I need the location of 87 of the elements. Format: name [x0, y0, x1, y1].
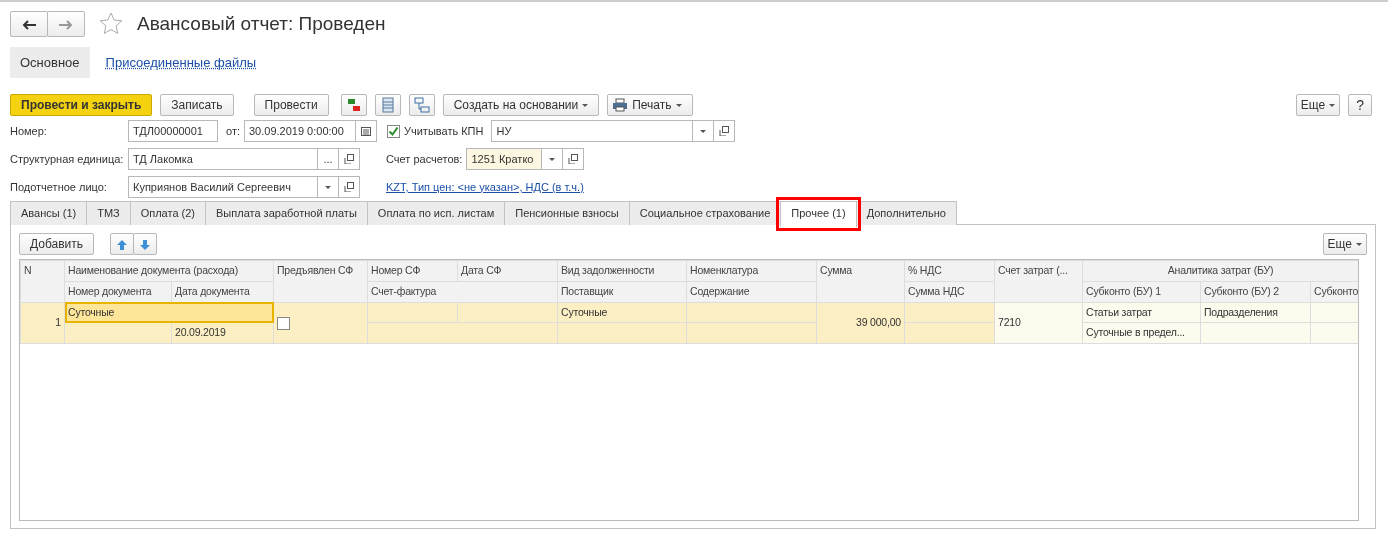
tab[interactable]: ТМЗ: [86, 201, 131, 225]
caret-icon: [325, 185, 331, 189]
print-button[interactable]: Печать: [607, 94, 693, 116]
save-button[interactable]: Записать: [160, 94, 234, 116]
column-header: Предъявлен СФ: [273, 260, 368, 302]
open-icon: [344, 182, 354, 192]
column-header: N: [20, 260, 65, 302]
account-field[interactable]: 1251 Кратко: [466, 148, 543, 170]
structure-button[interactable]: [408, 94, 435, 116]
checkbox[interactable]: [387, 124, 400, 138]
button-label: Еще: [1300, 97, 1326, 113]
button-label: Печать: [632, 97, 672, 113]
row-number: 1: [20, 302, 65, 344]
tab[interactable]: Выплата заработной платы: [205, 201, 368, 225]
window-title: Авансовый отчет: Проведен: [137, 12, 386, 36]
caret-icon: [675, 103, 682, 107]
open-button[interactable]: [562, 148, 585, 170]
up-arrow-icon: [116, 238, 129, 251]
caret-icon: [700, 129, 707, 133]
open-icon: [344, 154, 354, 164]
caret-icon: [1329, 103, 1336, 107]
caret-icon: [582, 103, 589, 107]
column-header: Сумма: [816, 260, 905, 302]
tab[interactable]: Оплата (2): [129, 201, 207, 225]
checkbox[interactable]: [277, 316, 290, 330]
more-button[interactable]: Еще: [1322, 233, 1367, 255]
back-arrow-icon: [22, 20, 36, 31]
debit-credit-icon: [345, 97, 362, 114]
open-button[interactable]: [338, 148, 360, 170]
down-arrow-icon: [139, 238, 152, 251]
help-button[interactable]: ?: [1348, 94, 1372, 116]
tab[interactable]: Социальное страхование: [628, 201, 782, 225]
column-header: Дата СФ: [457, 260, 558, 282]
column-header: Номенклатура: [686, 260, 817, 282]
list-icon: [379, 97, 396, 114]
open-button[interactable]: [713, 120, 736, 142]
list-button[interactable]: [374, 94, 401, 116]
field-label: Номер:: [10, 123, 48, 139]
tax-type-field[interactable]: НУ: [491, 120, 694, 142]
calendar-button[interactable]: [355, 120, 377, 142]
debit-credit-button[interactable]: [340, 94, 367, 116]
tab[interactable]: Оплата по исп. листам: [366, 201, 506, 225]
unit-field[interactable]: ТД Лакомка: [128, 148, 318, 170]
date-field[interactable]: 30.09.2019 0:00:00: [244, 120, 356, 142]
button-label: Создать на основании: [453, 97, 579, 113]
tab[interactable]: Пенсионные взносы: [504, 201, 630, 225]
field-label: Счет расчетов:: [386, 151, 463, 167]
move-up-button[interactable]: [110, 233, 135, 255]
star-icon[interactable]: [99, 12, 123, 37]
table-cell: 39 000,00: [816, 302, 905, 344]
field-label: Структурная единица:: [10, 151, 125, 167]
calendar-icon: [361, 126, 371, 136]
more-button[interactable]: Еще: [1295, 94, 1341, 116]
printer-icon: [612, 98, 629, 112]
column-header: Номер СФ: [367, 260, 458, 282]
tab[interactable]: Дополнительно: [855, 201, 957, 225]
button-label: Еще: [1327, 236, 1352, 252]
caret-icon: [549, 157, 556, 161]
forward-arrow-icon: [59, 20, 73, 31]
post-button[interactable]: Провести: [253, 94, 329, 116]
hierarchy-icon: [413, 97, 430, 114]
section-link[interactable]: Присоединенные файлы: [105, 52, 257, 72]
move-down-button[interactable]: [133, 233, 158, 255]
back-button[interactable]: [10, 11, 48, 38]
caret-icon: [1356, 242, 1362, 246]
field-label: Подотчетное лицо:: [10, 179, 108, 195]
checkbox-label: Учитывать КПН: [404, 123, 484, 139]
column-header: Наименование документа (расхода): [64, 260, 274, 282]
open-icon: [568, 154, 579, 164]
column-header: % НДС: [904, 260, 995, 282]
select-button[interactable]: ...: [317, 148, 339, 170]
tab[interactable]: Авансы (1): [10, 201, 88, 225]
table-cell: 7210: [994, 302, 1083, 344]
currency-link[interactable]: KZT, Тип цен: <не указан>, НДС (в т.ч.): [386, 178, 584, 196]
open-button[interactable]: [338, 176, 360, 198]
column-header: Вид задолженности: [557, 260, 687, 282]
person-field[interactable]: Куприянов Василий Сергеевич: [128, 176, 318, 198]
column-header: Счет затрат (...: [994, 260, 1083, 302]
table-cell: Суточные: [64, 302, 274, 323]
section-link[interactable]: Основное: [10, 46, 90, 78]
create-based-button[interactable]: Создать на основании: [442, 94, 600, 116]
number-field[interactable]: ТДЛ00000001: [128, 120, 218, 142]
add-button[interactable]: Добавить: [19, 233, 95, 255]
open-icon: [719, 126, 730, 136]
field-label: от:: [226, 123, 240, 139]
post-and-close-button[interactable]: Провести и закрыть: [10, 94, 153, 116]
column-header: Аналитика затрат (БУ): [1082, 260, 1358, 282]
